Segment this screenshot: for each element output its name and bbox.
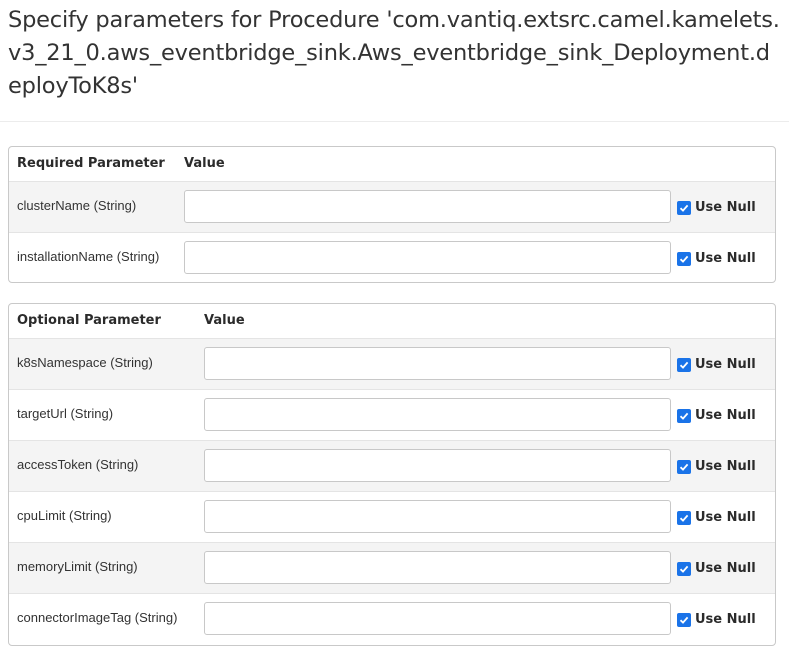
- param-row-installationname: installationName (String) Use Null: [9, 232, 775, 282]
- installationname-input[interactable]: [184, 241, 671, 274]
- use-null-label: Use Null: [695, 510, 756, 525]
- use-null-label: Use Null: [695, 561, 756, 576]
- param-label: memoryLimit (String): [17, 559, 138, 574]
- optional-table-header: Optional Parameter Value: [9, 304, 775, 338]
- use-null-label: Use Null: [695, 459, 756, 474]
- param-row-accesstoken: accessToken (String) Use Null: [9, 440, 775, 491]
- param-row-k8snamespace: k8sNamespace (String) Use Null: [9, 338, 775, 389]
- page-title: Specify parameters for Procedure 'com.va…: [8, 7, 780, 99]
- use-null-checkbox[interactable]: [677, 562, 691, 576]
- use-null-checkbox[interactable]: [677, 252, 691, 266]
- optional-value-header: Value: [204, 313, 245, 328]
- use-null-checkbox[interactable]: [677, 201, 691, 215]
- clustername-input[interactable]: [184, 190, 671, 223]
- param-label: connectorImageTag (String): [17, 610, 178, 625]
- use-null-label: Use Null: [695, 200, 756, 215]
- param-row-clustername: clusterName (String) Use Null: [9, 181, 775, 232]
- use-null-label: Use Null: [695, 408, 756, 423]
- use-null-checkbox[interactable]: [677, 613, 691, 627]
- param-label: k8sNamespace (String): [17, 355, 153, 370]
- use-null-checkbox[interactable]: [677, 358, 691, 372]
- targeturl-input[interactable]: [204, 398, 671, 431]
- memorylimit-input[interactable]: [204, 551, 671, 584]
- divider: [0, 121, 789, 122]
- use-null-label: Use Null: [695, 612, 756, 627]
- optional-parameters-panel: Optional Parameter Value k8sNamespace (S…: [8, 303, 776, 646]
- param-row-targeturl: targetUrl (String) Use Null: [9, 389, 775, 440]
- optional-parameter-header: Optional Parameter: [17, 313, 161, 328]
- required-parameter-header: Required Parameter: [17, 156, 165, 171]
- param-label: targetUrl (String): [17, 406, 114, 421]
- cpulimit-input[interactable]: [204, 500, 671, 533]
- k8snamespace-input[interactable]: [204, 347, 671, 380]
- use-null-label: Use Null: [695, 251, 756, 266]
- param-label: installationName (String): [17, 249, 160, 264]
- use-null-checkbox[interactable]: [677, 460, 691, 474]
- param-label: cpuLimit (String): [17, 508, 112, 523]
- use-null-label: Use Null: [695, 357, 756, 372]
- required-table-header: Required Parameter Value: [9, 147, 775, 181]
- accesstoken-input[interactable]: [204, 449, 671, 482]
- required-parameters-panel: Required Parameter Value clusterName (St…: [8, 146, 776, 283]
- use-null-checkbox[interactable]: [677, 511, 691, 525]
- param-row-memorylimit: memoryLimit (String) Use Null: [9, 542, 775, 593]
- param-row-connectorimagetag: connectorImageTag (String) Use Null: [9, 593, 775, 644]
- param-row-cpulimit: cpuLimit (String) Use Null: [9, 491, 775, 542]
- param-label: clusterName (String): [17, 198, 137, 213]
- use-null-checkbox[interactable]: [677, 409, 691, 423]
- connectorimagetag-input[interactable]: [204, 602, 671, 635]
- required-value-header: Value: [184, 156, 225, 171]
- param-label: accessToken (String): [17, 457, 139, 472]
